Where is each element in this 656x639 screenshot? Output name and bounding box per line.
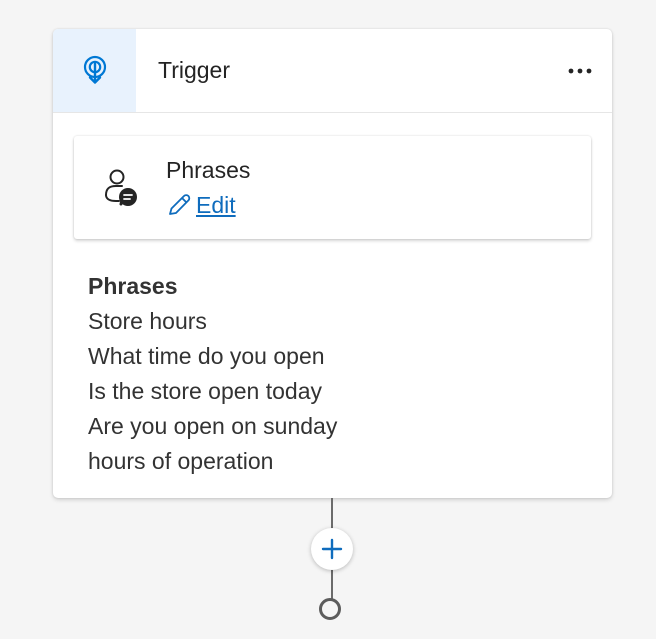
phrase-item: hours of operation — [88, 448, 274, 474]
plus-icon — [321, 538, 343, 560]
edit-link-label[interactable]: Edit — [196, 192, 236, 219]
end-node-circle — [319, 598, 341, 620]
more-options-button[interactable] — [566, 57, 594, 85]
phrases-list: Phrases Store hours What time do you ope… — [88, 269, 337, 479]
add-node-button[interactable] — [311, 528, 353, 570]
connector-line-top — [331, 498, 333, 530]
person-chat-icon — [105, 169, 137, 206]
phrases-heading: Phrases — [88, 273, 178, 299]
phrase-item: What time do you open — [88, 343, 325, 369]
trigger-card: Trigger Phrases Edit Phrases Store hours… — [53, 29, 612, 498]
trigger-icon — [83, 55, 106, 84]
phrases-box-title: Phrases — [166, 157, 251, 183]
phrase-item: Store hours — [88, 308, 207, 334]
phrase-item: Are you open on sunday — [88, 413, 338, 439]
trigger-icon-box — [53, 29, 136, 112]
edit-phrases-link[interactable]: Edit — [166, 189, 236, 221]
card-header: Trigger — [53, 29, 612, 113]
phrase-item: Is the store open today — [88, 378, 322, 404]
pencil-icon — [169, 194, 191, 215]
card-title: Trigger — [158, 57, 230, 83]
more-horizontal-icon — [568, 68, 592, 74]
connector-line-bottom — [331, 568, 333, 600]
phrases-trigger-box: Phrases Edit — [74, 136, 591, 239]
